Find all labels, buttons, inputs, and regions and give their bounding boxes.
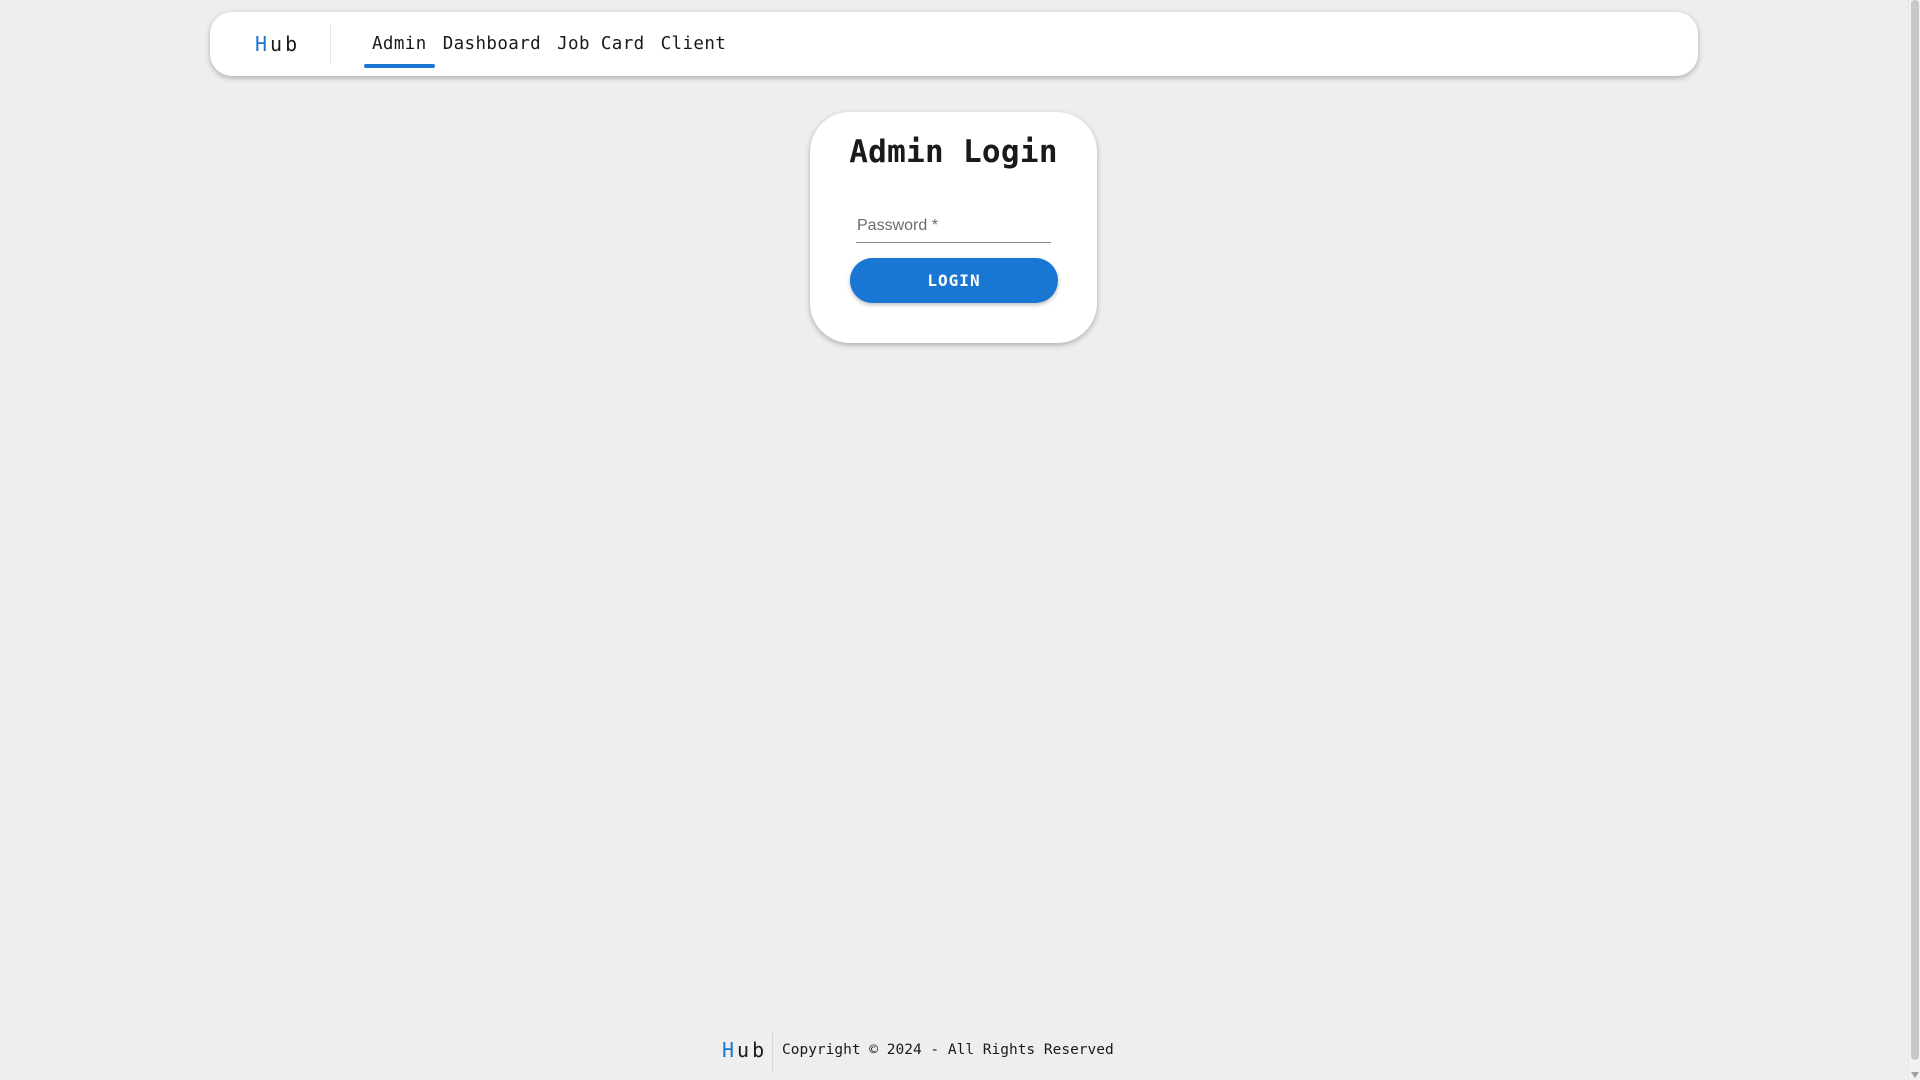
scrollbar-thumb[interactable]	[1911, 0, 1919, 1060]
login-card: Admin Login Password * LOGIN	[810, 112, 1097, 343]
nav-link-admin[interactable]: Admin	[364, 12, 435, 76]
logo-text: ub	[270, 32, 301, 56]
password-input[interactable]	[856, 212, 1051, 238]
footer-logo-accent-letter: H	[722, 1038, 738, 1062]
footer-divider	[772, 1032, 773, 1072]
footer-logo-text: ub	[737, 1038, 768, 1062]
nav-link-dashboard[interactable]: Dashboard	[435, 12, 549, 76]
scroll-down-arrow-icon[interactable]	[1911, 1072, 1919, 1078]
page-title: Admin Login	[849, 134, 1058, 170]
top-navbar: Hub Admin Dashboard Job Card Client	[210, 12, 1698, 76]
vertical-scrollbar[interactable]	[1908, 0, 1920, 1080]
nav-links: Admin Dashboard Job Card Client	[364, 12, 734, 76]
footer: Hub Copyright © 2024 - All Rights Reserv…	[0, 1030, 1908, 1072]
nav-link-client[interactable]: Client	[653, 12, 735, 76]
login-button[interactable]: LOGIN	[850, 258, 1058, 303]
navbar-divider	[330, 24, 331, 64]
brand-logo[interactable]: Hub	[255, 12, 300, 76]
logo-accent-letter: H	[255, 32, 271, 56]
nav-link-job-card[interactable]: Job Card	[549, 12, 653, 76]
password-field[interactable]: Password *	[856, 208, 1051, 243]
moon-icon[interactable]	[1626, 32, 1652, 58]
copyright-text: Copyright © 2024 - All Rights Reserved	[782, 1042, 1114, 1058]
footer-logo[interactable]: Hub	[722, 1030, 767, 1070]
